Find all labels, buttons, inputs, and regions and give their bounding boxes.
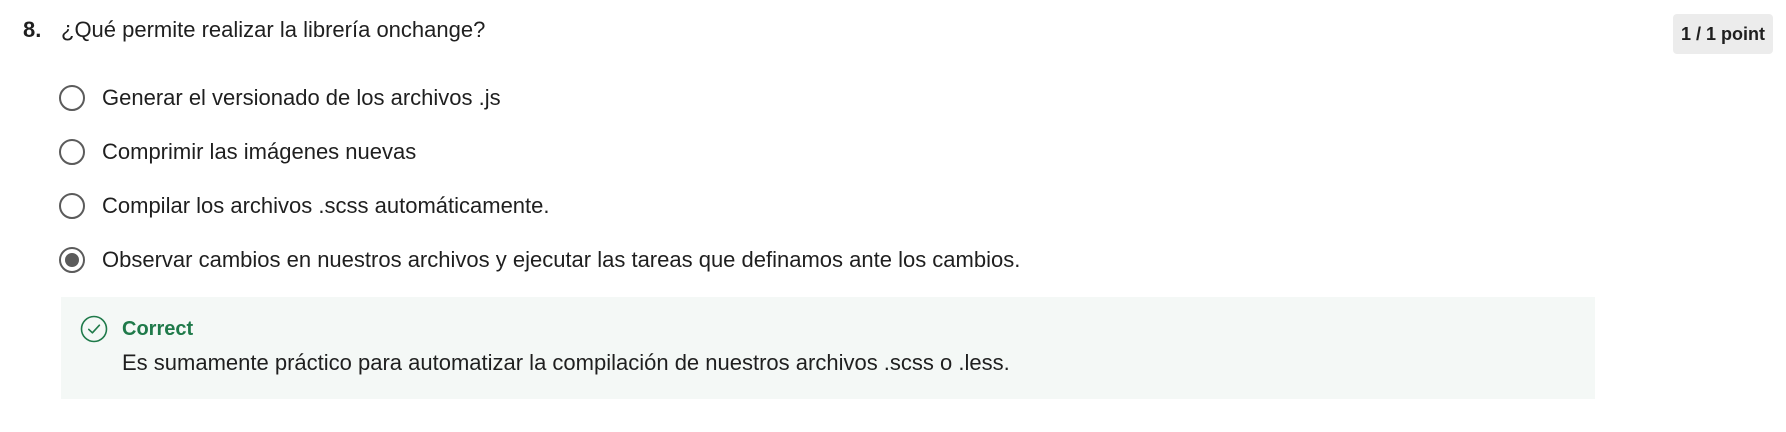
answer-option-1[interactable]: Generar el versionado de los archivos .j… (59, 83, 501, 113)
radio-button-1[interactable] (59, 85, 85, 111)
feedback-status: Correct (122, 318, 194, 340)
question-text: ¿Qué permite realizar la librería onchan… (61, 17, 486, 42)
answer-option-4[interactable]: Observar cambios en nuestros archivos y … (59, 245, 1020, 275)
answer-option-label: Compilar los archivos .scss automáticame… (102, 193, 550, 218)
answer-option-label: Generar el versionado de los archivos .j… (102, 85, 501, 110)
answer-option-3[interactable]: Compilar los archivos .scss automáticame… (59, 191, 550, 221)
radio-button-3[interactable] (59, 193, 85, 219)
answer-option-2[interactable]: Comprimir las imágenes nuevas (59, 137, 416, 167)
answer-option-label: Observar cambios en nuestros archivos y … (102, 247, 1021, 272)
feedback-panel: Correct Es sumamente práctico para autom… (61, 297, 1595, 399)
radio-button-4-selected[interactable] (59, 247, 85, 273)
score-badge: 1 / 1 point (1673, 14, 1773, 54)
check-circle-icon (80, 315, 108, 343)
radio-button-2[interactable] (59, 139, 85, 165)
radio-selected-dot (65, 253, 79, 267)
question-number: 8. (23, 17, 42, 42)
answer-option-label: Comprimir las imágenes nuevas (102, 139, 417, 164)
feedback-message: Es sumamente práctico para automatizar l… (122, 350, 1010, 375)
